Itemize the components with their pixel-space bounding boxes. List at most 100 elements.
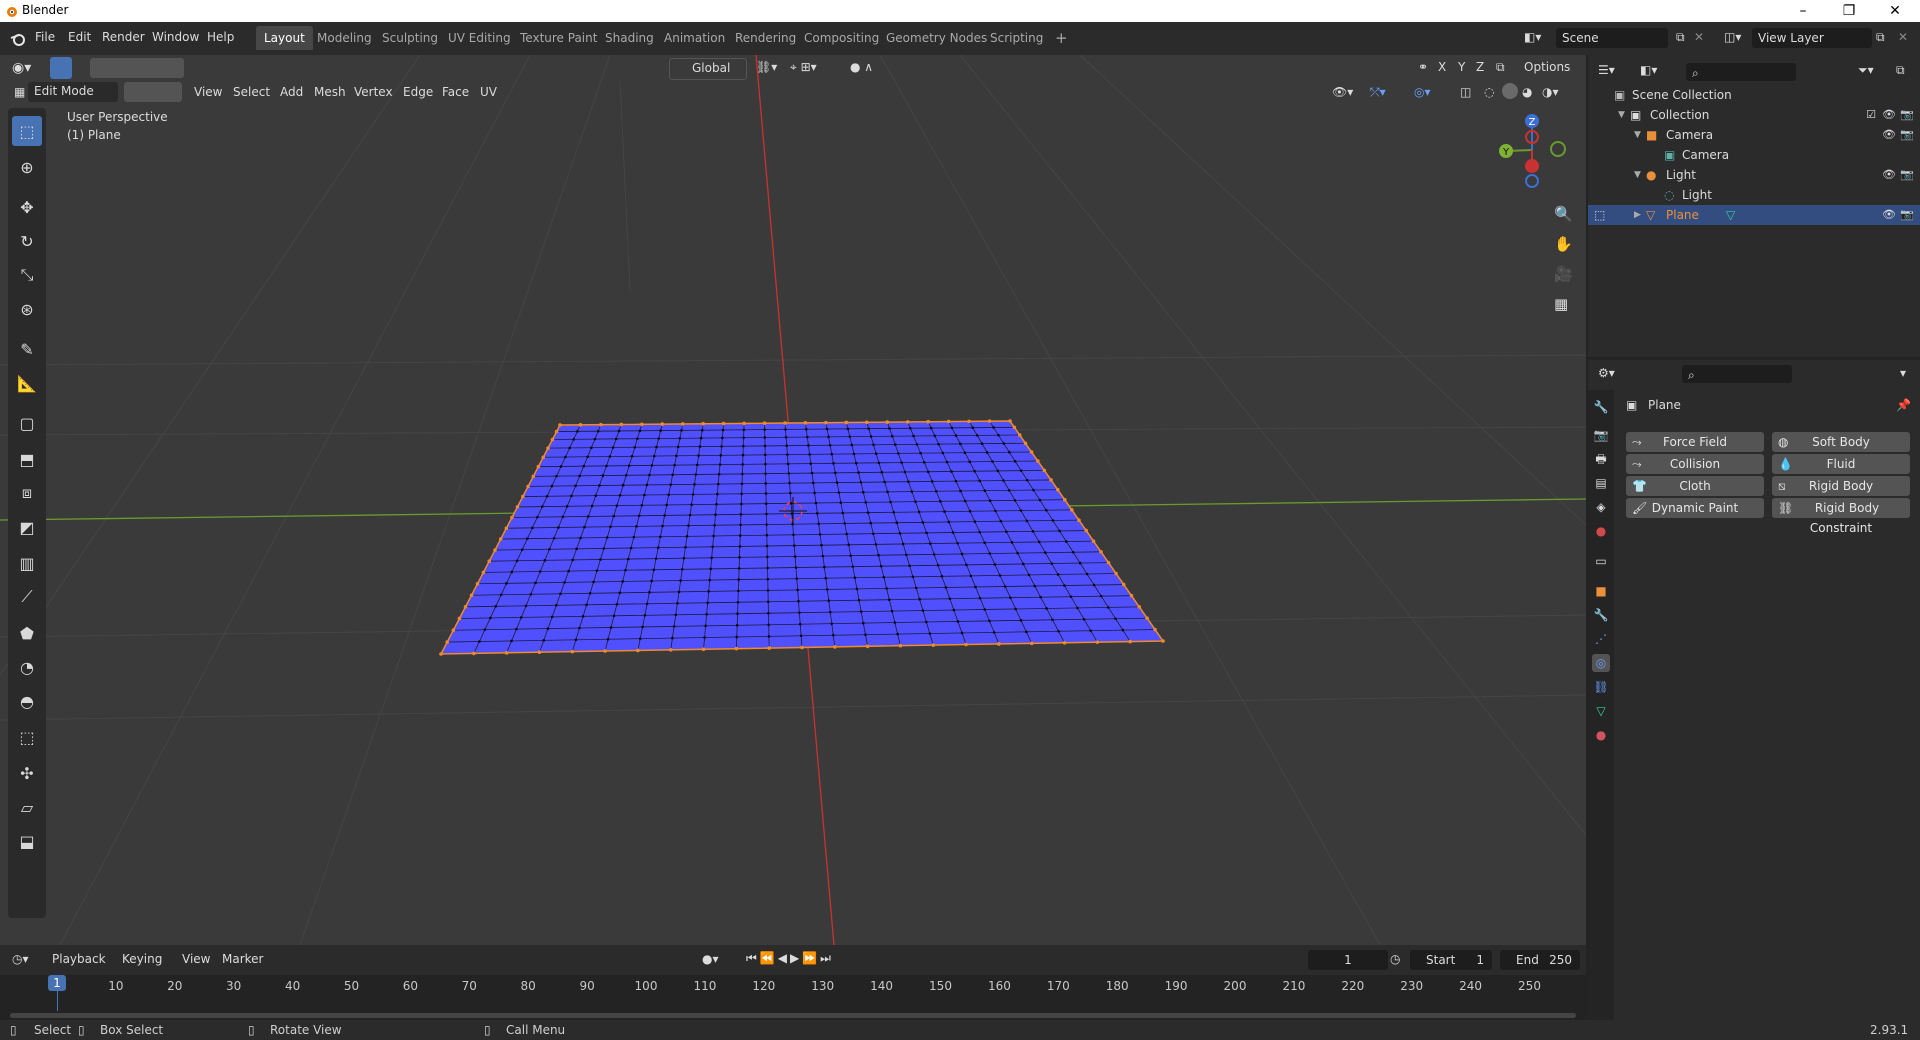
menu-select[interactable]: Select: [233, 85, 270, 99]
axis-y-toggle[interactable]: Y: [1458, 60, 1465, 74]
selection-mode-buttons[interactable]: [90, 58, 184, 78]
material-shading-icon[interactable]: ◕: [1522, 85, 1532, 99]
transform-tool-icon[interactable]: ⊛: [12, 294, 42, 324]
wireframe-shading-icon[interactable]: ◌: [1484, 85, 1494, 99]
select-box-tool-icon[interactable]: ⬚: [12, 116, 42, 146]
rip-region-tool-icon[interactable]: ⬓: [12, 826, 42, 856]
rigid-body-button[interactable]: ⧅ Rigid Body: [1772, 476, 1910, 496]
collapse-arrow-icon[interactable]: ▼: [1634, 165, 1641, 185]
soft-body-button[interactable]: ◍ Soft Body: [1772, 432, 1910, 452]
scene-tab-icon[interactable]: ◈: [1592, 498, 1610, 516]
mode-dropdown[interactable]: Edit Mode: [28, 82, 118, 102]
shear-tool-icon[interactable]: ▱: [12, 792, 42, 822]
render-camera-icon[interactable]: 📷: [1900, 108, 1914, 122]
menu-window[interactable]: Window: [152, 30, 199, 44]
outliner-scene-collection[interactable]: ▣ Scene Collection: [1588, 85, 1920, 105]
minimize-button[interactable]: –: [1780, 0, 1826, 22]
menu-render[interactable]: Render: [102, 30, 145, 44]
camera-view-icon[interactable]: 🎥: [1554, 265, 1573, 283]
tool-tab-icon[interactable]: 🔧: [1592, 398, 1610, 416]
solid-shading-icon[interactable]: [1502, 83, 1518, 99]
navigation-gizmo[interactable]: Z Y: [1490, 110, 1570, 190]
rendered-shading-icon[interactable]: ◑▾: [1542, 85, 1559, 99]
force-field-button[interactable]: ⤳ Force Field: [1626, 432, 1764, 452]
constraints-tab-icon[interactable]: ⛓: [1592, 678, 1610, 696]
add-cube-tool-icon[interactable]: ▢: [12, 408, 42, 438]
collapse-arrow-icon[interactable]: ▼: [1634, 125, 1641, 145]
visibility-eye-icon[interactable]: 👁: [1882, 108, 1896, 122]
tool-select-icon[interactable]: [50, 57, 72, 79]
particles-tab-icon[interactable]: ⋰: [1592, 630, 1610, 648]
outliner-item-light-data[interactable]: ◌ Light: [1588, 185, 1920, 205]
snap-icon[interactable]: ⌖ ⊞▾: [790, 60, 817, 75]
data-tab-icon[interactable]: ▽: [1592, 702, 1610, 720]
tab-modeling[interactable]: Modeling: [309, 26, 380, 50]
cloth-button[interactable]: 👕 Cloth: [1626, 476, 1764, 496]
tab-rendering[interactable]: Rendering: [727, 26, 804, 50]
delete-scene-icon[interactable]: ✕: [1694, 30, 1704, 44]
edit-mode-indicator-icon[interactable]: ⬚: [1594, 205, 1605, 225]
menu-marker[interactable]: Marker: [222, 952, 263, 966]
pin-icon[interactable]: 📌: [1896, 398, 1911, 412]
visibility-eye-icon[interactable]: 👁: [1882, 168, 1896, 182]
menu-view[interactable]: View: [194, 85, 222, 99]
smooth-tool-icon[interactable]: ◓: [12, 686, 42, 716]
filter-icon[interactable]: ⏷▾: [1858, 63, 1874, 78]
new-view-layer-icon[interactable]: ⧉: [1876, 30, 1885, 45]
view-layer-browse-icon[interactable]: ◫▾: [1724, 30, 1741, 44]
physics-tab-icon[interactable]: ◎: [1592, 654, 1610, 672]
modifier-tab-icon[interactable]: 🔧: [1592, 606, 1610, 624]
checkbox-icon[interactable]: ☑: [1864, 108, 1878, 122]
menu-mesh[interactable]: Mesh: [314, 85, 346, 99]
output-tab-icon[interactable]: 🖶: [1592, 450, 1610, 468]
dynamic-paint-button[interactable]: 🖌 Dynamic Paint: [1626, 498, 1764, 518]
delete-view-layer-icon[interactable]: ✕: [1898, 30, 1908, 44]
spin-tool-icon[interactable]: ◔: [12, 652, 42, 682]
menu-playback[interactable]: Playback: [52, 952, 106, 966]
gizmo-icon[interactable]: ⤱▾: [1370, 85, 1386, 100]
collision-button[interactable]: ⤳ Collision: [1626, 454, 1764, 474]
extrude-tool-icon[interactable]: ⬒: [12, 444, 42, 474]
tab-layout[interactable]: Layout: [256, 26, 313, 50]
rotate-tool-icon[interactable]: ↻: [12, 226, 42, 256]
blender-menu-icon[interactable]: [10, 31, 26, 47]
loop-cut-tool-icon[interactable]: ▥: [12, 548, 42, 578]
tab-compositing[interactable]: Compositing: [796, 26, 887, 50]
menu-add[interactable]: Add: [280, 85, 303, 99]
bevel-tool-icon[interactable]: ◩: [12, 512, 42, 542]
current-frame-field[interactable]: 1: [1308, 950, 1388, 970]
outliner-editor-icon[interactable]: ☰▾: [1598, 63, 1615, 77]
zoom-icon[interactable]: 🔍: [1554, 205, 1573, 223]
pan-hand-icon[interactable]: ✋: [1554, 235, 1573, 253]
options-dropdown[interactable]: Options: [1518, 58, 1580, 78]
mesh-data-icon[interactable]: ▽: [1726, 205, 1735, 225]
object-tab-icon[interactable]: ■: [1592, 582, 1610, 600]
menu-edge[interactable]: Edge: [403, 85, 433, 99]
plane-mesh[interactable]: [439, 419, 1165, 656]
move-tool-icon[interactable]: ✥: [12, 192, 42, 222]
menu-file[interactable]: File: [35, 30, 55, 44]
pivot-point-icon[interactable]: ⛓▾: [756, 60, 777, 74]
render-camera-icon[interactable]: 📷: [1900, 168, 1914, 182]
outliner-item-light[interactable]: ▼ ● Light 👁 📷: [1588, 165, 1920, 185]
render-tab-icon[interactable]: 📷: [1592, 426, 1610, 444]
tab-texture-paint[interactable]: Texture Paint: [512, 26, 605, 50]
auto-merge-icon[interactable]: ⧉: [1496, 60, 1505, 75]
preview-range-icon[interactable]: ◷: [1390, 952, 1400, 966]
expand-arrow-icon[interactable]: ▶: [1634, 205, 1641, 225]
tab-geometry-nodes[interactable]: Geometry Nodes: [878, 26, 995, 50]
editor-type-icon[interactable]: ◉▾: [12, 60, 31, 76]
outliner-search-input[interactable]: ⌕: [1686, 63, 1796, 81]
timeline-editor-icon[interactable]: ◷▾: [12, 952, 29, 966]
ortho-toggle-icon[interactable]: ▦: [1554, 295, 1568, 313]
mirror-icon[interactable]: ⚭: [1418, 60, 1428, 74]
outliner-item-plane[interactable]: ⬚ ▶ ▽ Plane ▽ 👁 📷: [1588, 205, 1920, 225]
visibility-eye-icon[interactable]: 👁: [1882, 208, 1896, 222]
fluid-button[interactable]: 💧 Fluid: [1772, 454, 1910, 474]
cursor-tool-icon[interactable]: ⊕: [12, 152, 42, 182]
menu-vertex[interactable]: Vertex: [354, 85, 393, 99]
outliner-item-camera[interactable]: ▼ ■ Camera 👁 📷: [1588, 125, 1920, 145]
overlay-icon[interactable]: ◎▾: [1414, 85, 1431, 99]
knife-tool-icon[interactable]: ⟋: [12, 582, 42, 612]
tab-animation[interactable]: Animation: [656, 26, 733, 50]
